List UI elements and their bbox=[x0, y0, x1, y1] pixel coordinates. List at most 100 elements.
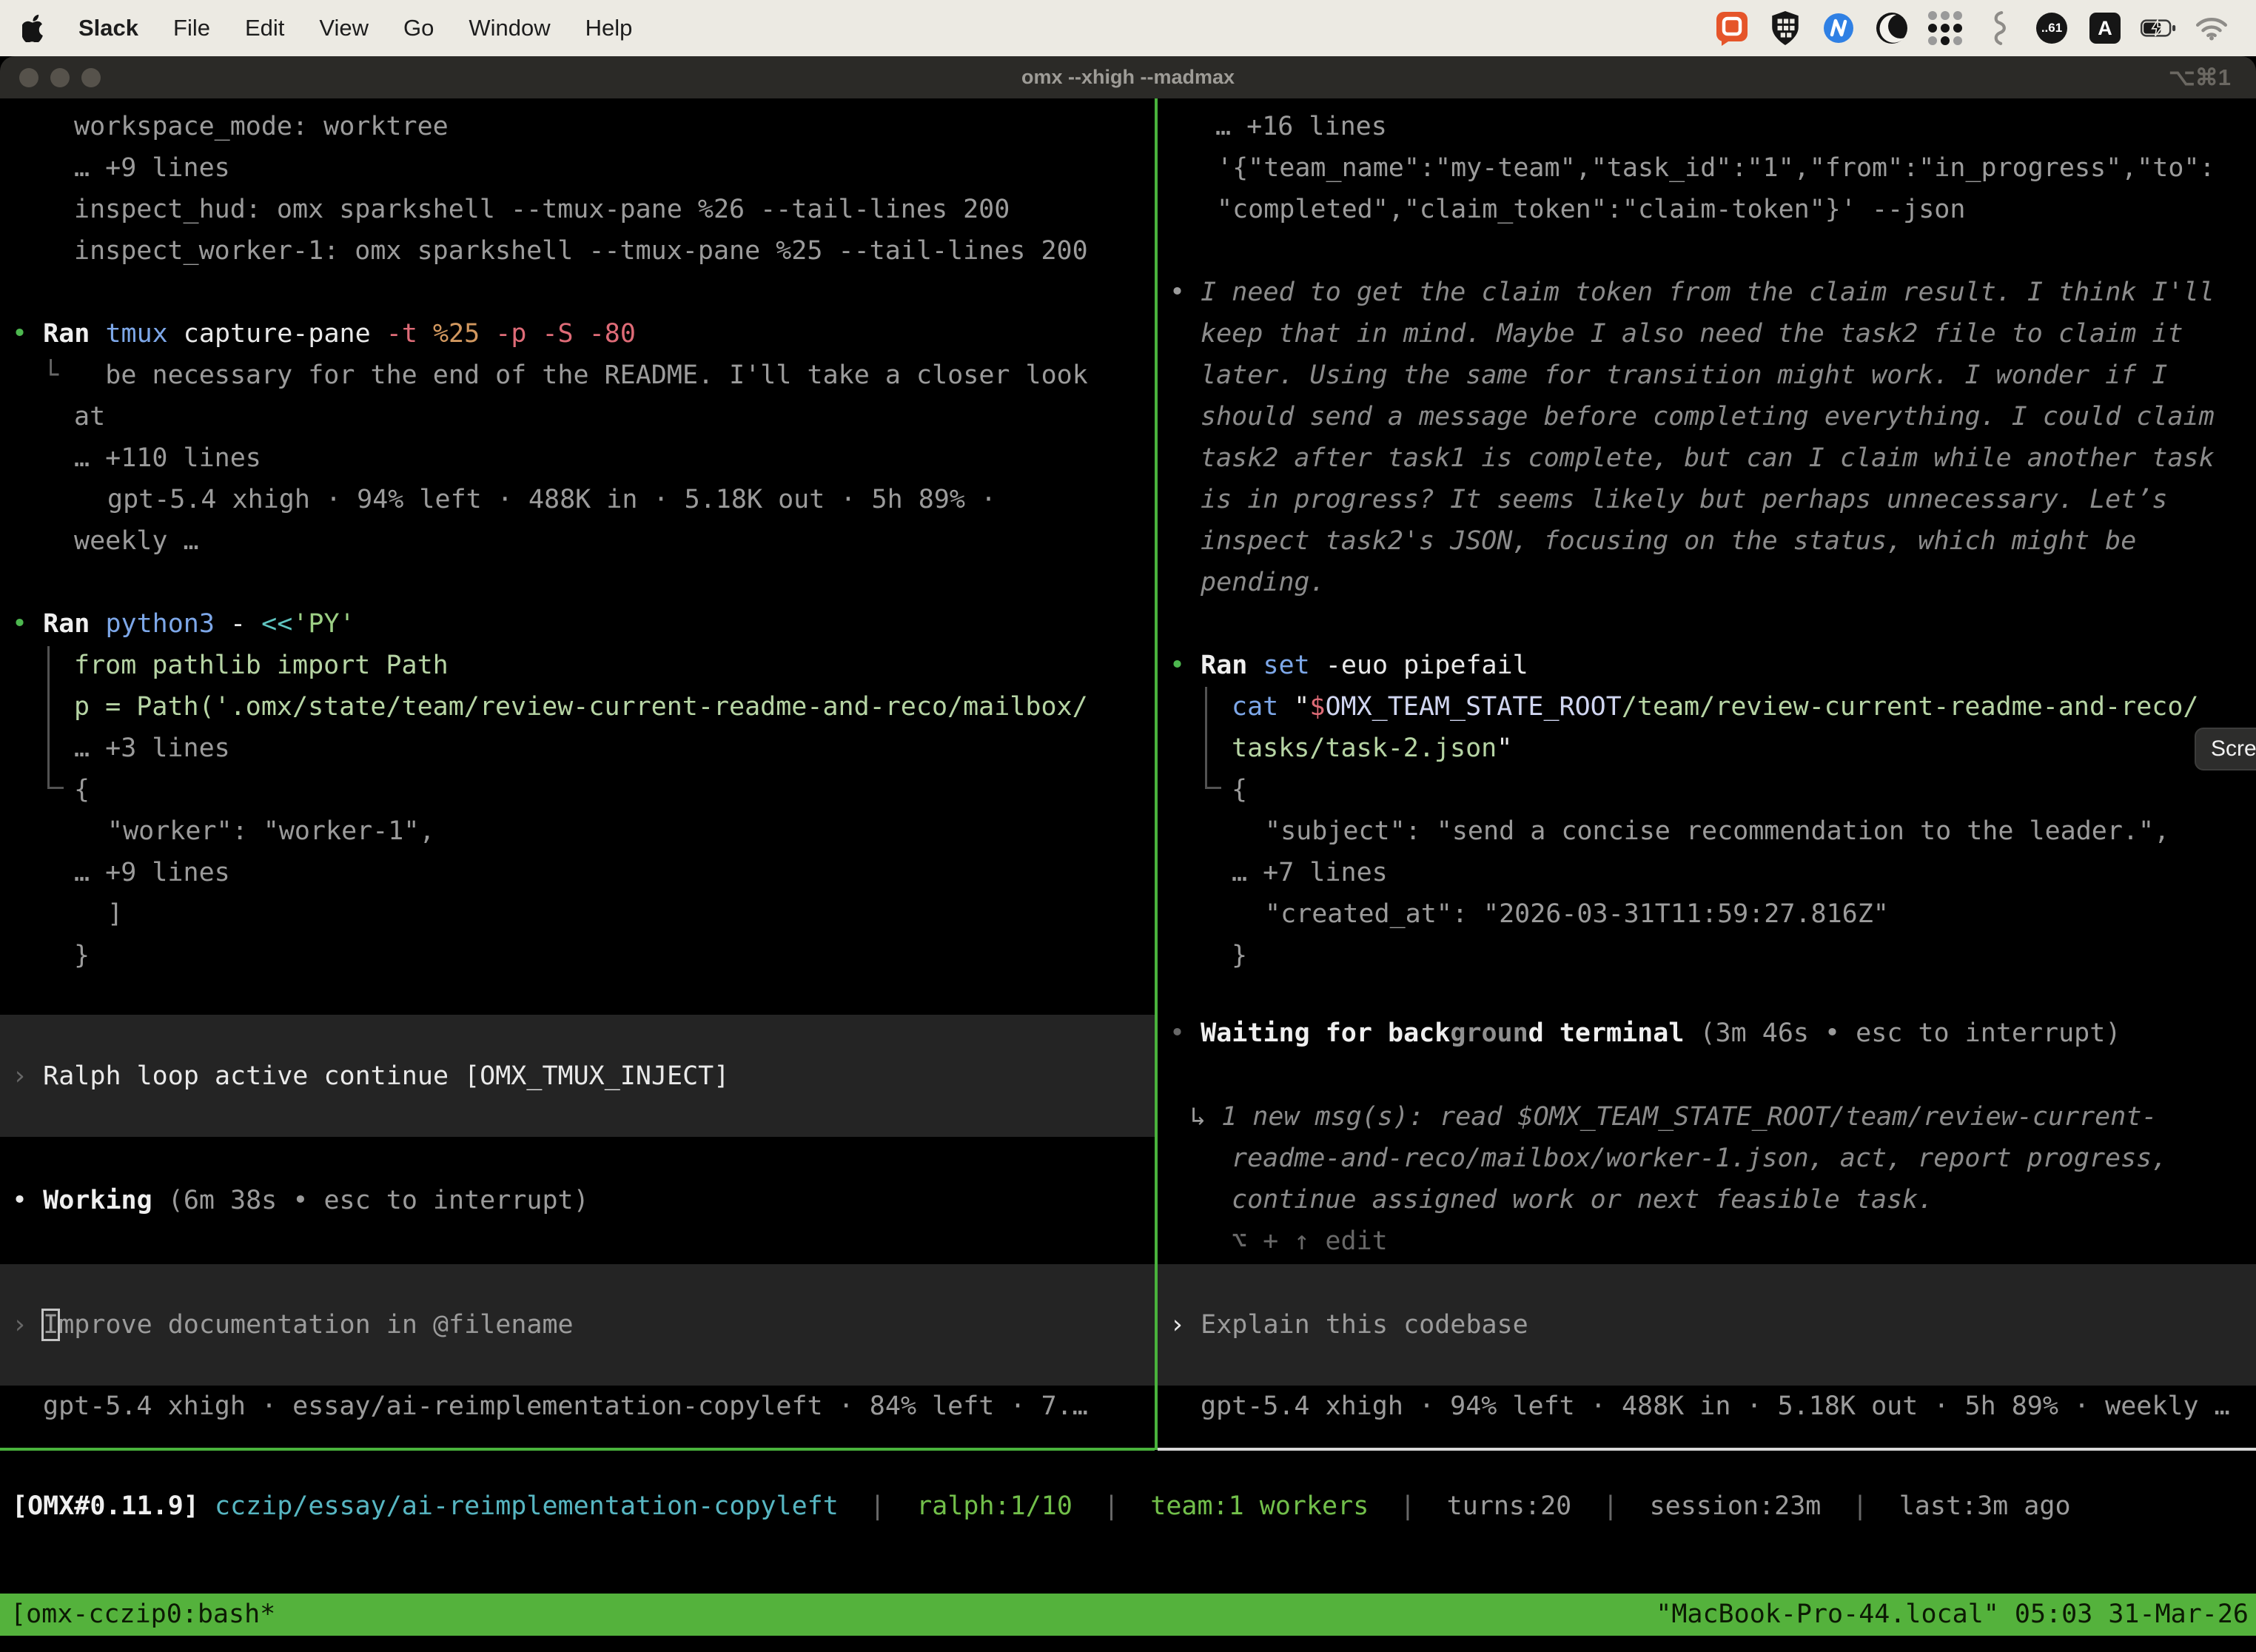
terminal-line bbox=[1158, 603, 2256, 645]
code-block-connector-corner bbox=[1205, 787, 1221, 789]
time-badge-icon[interactable]: ..61 bbox=[2034, 10, 2069, 46]
menu-item-app-name[interactable]: Slack bbox=[78, 15, 138, 41]
window-title: omx --xhigh --madmax bbox=[0, 66, 2256, 89]
terminal-line: p = Path('.omx/state/team/review-current… bbox=[0, 686, 1155, 728]
terminal-line: … +16 lines bbox=[1158, 106, 2256, 147]
pane-border-bottom-right bbox=[1158, 1448, 2256, 1451]
terminal-line: at bbox=[0, 396, 1155, 437]
chat-notification-icon[interactable] bbox=[1714, 10, 1750, 46]
left-prompt-placeholder: › Improve documentation in @filename bbox=[0, 1304, 1155, 1346]
terminal-line: … +9 lines bbox=[0, 852, 1155, 893]
screen-tooltip-text: Scre bbox=[2211, 736, 2256, 762]
pane-border-bottom-left bbox=[0, 1448, 1155, 1451]
tmux-session-name: [omx-cczip0:bash* bbox=[0, 1594, 275, 1636]
terminal-line: … +3 lines bbox=[0, 728, 1155, 769]
terminal-line: gpt-5.4 xhigh · 94% left · 488K in · 5.1… bbox=[1158, 1386, 2256, 1427]
tmux-pane-right[interactable]: … +16 lines'{"team_name":"my-team","task… bbox=[1158, 98, 2256, 1448]
menu-bar-status-icons: ..61 A bbox=[1714, 10, 2256, 46]
terminal-line: task2 after task1 is complete, but can I… bbox=[1158, 437, 2256, 479]
menu-item-window[interactable]: Window bbox=[469, 15, 550, 41]
terminal-line: { bbox=[1158, 769, 2256, 810]
terminal-line: └ be necessary for the end of the README… bbox=[0, 355, 1155, 396]
terminal-line: keep that in mind. Maybe I also need the… bbox=[1158, 313, 2256, 355]
terminal-line: "completed","claim_token":"claim-token"}… bbox=[1158, 189, 2256, 230]
battery-icon[interactable] bbox=[2141, 10, 2176, 46]
tmux-host-clock: "MacBook-Pro-44.local" 05:03 31-Mar-26 bbox=[1656, 1594, 2256, 1636]
menu-bar-left: Slack File Edit View Go Window Help bbox=[0, 14, 667, 42]
terminal-line: '{"team_name":"my-team","task_id":"1","f… bbox=[1158, 147, 2256, 189]
menu-item-file[interactable]: File bbox=[173, 15, 210, 41]
right-prompt-placeholder: › Explain this codebase bbox=[1158, 1304, 2256, 1346]
left-prompt-input[interactable]: › Improve documentation in @filename bbox=[0, 1264, 1155, 1386]
screen-tooltip: Scre bbox=[2195, 728, 2256, 770]
terminal-line: pending. bbox=[1158, 562, 2256, 603]
tmux-pane-left[interactable]: workspace_mode: worktree … +9 lines inspec… bbox=[0, 98, 1155, 1448]
squiggle-utility-icon[interactable] bbox=[1981, 10, 2016, 46]
right-scrollback: … +16 lines'{"team_name":"my-team","task… bbox=[1158, 98, 2256, 976]
terminal-line: ↳ 1 new msg(s): read $OMX_TEAM_STATE_ROO… bbox=[1158, 1096, 2256, 1138]
vpn-bolt-icon[interactable] bbox=[1821, 10, 1856, 46]
terminal-line: › Explain this codebase bbox=[1158, 1304, 2256, 1346]
terminal-line: [OMX#0.11.9] cczip/essay/ai-reimplementa… bbox=[0, 1485, 2256, 1527]
terminal-line: … +7 lines bbox=[1158, 852, 2256, 893]
terminal-line bbox=[0, 272, 1155, 313]
terminal-line: tasks/task-2.json" bbox=[1158, 728, 2256, 769]
left-scrollback: workspace_mode: worktree … +9 lines inspec… bbox=[0, 98, 1155, 976]
ralph-loop-text: › Ralph loop active continue [OMX_TMUX_I… bbox=[0, 1055, 1155, 1097]
wifi-icon[interactable] bbox=[2194, 10, 2229, 46]
grid-launcher-icon[interactable] bbox=[1927, 10, 1963, 46]
shield-icon[interactable] bbox=[1767, 10, 1803, 46]
terminal-line: "subject": "send a concise recommendatio… bbox=[1158, 810, 2256, 852]
terminal-line: } bbox=[1158, 935, 2256, 976]
waiting-status-line: • Waiting for background terminal (3m 46… bbox=[1158, 1013, 2256, 1054]
code-block-connector-corner bbox=[47, 787, 64, 789]
menu-item-edit[interactable]: Edit bbox=[245, 15, 284, 41]
terminal-line: } bbox=[0, 935, 1155, 976]
ralph-loop-banner: › Ralph loop active continue [OMX_TMUX_I… bbox=[0, 1015, 1155, 1137]
apple-menu-icon[interactable] bbox=[22, 14, 46, 42]
terminal-line: "created_at": "2026-03-31T11:59:27.816Z" bbox=[1158, 893, 2256, 935]
terminal-line: ⌥ + ↑ edit bbox=[1158, 1220, 2256, 1262]
window-title-bar[interactable]: omx --xhigh --madmax ⌥⌘1 bbox=[0, 56, 2256, 98]
terminal-line: readme-and-reco/mailbox/worker-1.json, a… bbox=[1158, 1138, 2256, 1179]
time-badge-label: ..61 bbox=[2041, 21, 2062, 36]
menu-item-go[interactable]: Go bbox=[403, 15, 434, 41]
omx-session-status: [OMX#0.11.9] cczip/essay/ai-reimplementa… bbox=[0, 1485, 2256, 1527]
terminal-line: weekly … bbox=[0, 520, 1155, 562]
terminal-line: from pathlib import Path bbox=[0, 645, 1155, 686]
terminal-line: • I need to get the claim token from the… bbox=[1158, 272, 2256, 313]
terminal-line: • Ran set -euo pipefail bbox=[1158, 645, 2256, 686]
keyboard-layout-icon[interactable]: A bbox=[2087, 10, 2123, 46]
left-model-status-line: gpt-5.4 xhigh · essay/ai-reimplementatio… bbox=[0, 1386, 1155, 1427]
terminal-line: inspect task2's JSON, focusing on the st… bbox=[1158, 520, 2256, 562]
terminal-window: omx --xhigh --madmax ⌥⌘1 workspace_mode:… bbox=[0, 56, 2256, 1652]
screen-capture-crescent-icon[interactable] bbox=[1874, 10, 1910, 46]
terminal-line: › Ralph loop active continue [OMX_TMUX_I… bbox=[0, 1055, 1155, 1097]
terminal-line: continue assigned work or next feasible … bbox=[1158, 1179, 2256, 1220]
terminal-line: workspace_mode: worktree bbox=[0, 106, 1155, 147]
menu-item-view[interactable]: View bbox=[319, 15, 369, 41]
terminal-line: inspect_hud: omx sparkshell --tmux-pane … bbox=[0, 189, 1155, 230]
terminal-line: { bbox=[0, 769, 1155, 810]
code-block-connector bbox=[1205, 687, 1207, 789]
menu-item-help[interactable]: Help bbox=[585, 15, 633, 41]
new-message-hint: ↳ 1 new msg(s): read $OMX_TEAM_STATE_ROO… bbox=[1158, 1096, 2256, 1262]
terminal-line: gpt-5.4 xhigh · 94% left · 488K in · 5.1… bbox=[0, 479, 1155, 520]
terminal-line bbox=[1158, 230, 2256, 272]
terminal-line: gpt-5.4 xhigh · essay/ai-reimplementatio… bbox=[0, 1386, 1155, 1427]
terminal-line: ] bbox=[0, 893, 1155, 935]
terminal-content: workspace_mode: worktree … +9 lines inspec… bbox=[0, 98, 2256, 1652]
code-block-connector bbox=[47, 646, 50, 789]
tmux-status-bar: [omx-cczip0:bash* "MacBook-Pro-44.local"… bbox=[0, 1594, 2256, 1636]
terminal-line: inspect_worker-1: omx sparkshell --tmux-… bbox=[0, 230, 1155, 272]
keyboard-layout-label: A bbox=[2098, 17, 2112, 40]
right-prompt-input[interactable]: › Explain this codebase bbox=[1158, 1264, 2256, 1386]
terminal-line: • Ran tmux capture-pane -t %25 -p -S -80 bbox=[0, 313, 1155, 355]
terminal-line: should send a message before completing … bbox=[1158, 396, 2256, 437]
terminal-line: • Waiting for background terminal (3m 46… bbox=[1158, 1013, 2256, 1054]
terminal-line: is in progress? It seems likely but perh… bbox=[1158, 479, 2256, 520]
terminal-line: • Ran python3 - <<'PY' bbox=[0, 603, 1155, 645]
terminal-line: … +110 lines bbox=[0, 437, 1155, 479]
right-model-status-line: gpt-5.4 xhigh · 94% left · 488K in · 5.1… bbox=[1158, 1386, 2256, 1427]
terminal-line: › Improve documentation in @filename bbox=[0, 1304, 1155, 1346]
